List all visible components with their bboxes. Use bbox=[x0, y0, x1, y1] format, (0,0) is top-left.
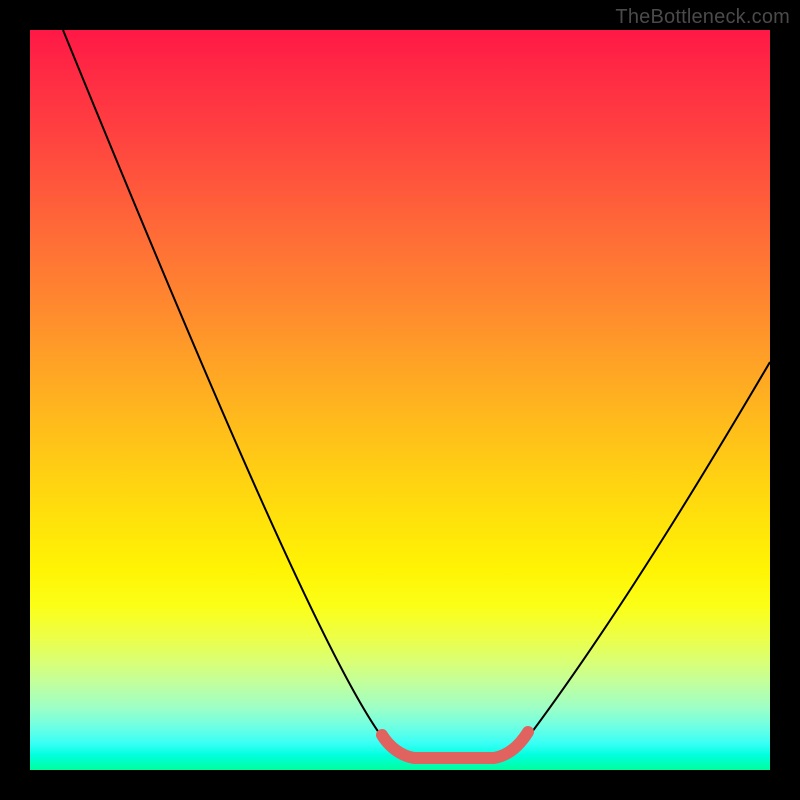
plot-area bbox=[30, 30, 770, 770]
chart-svg bbox=[30, 30, 770, 770]
black-curve bbox=[63, 30, 770, 756]
chart-stage: TheBottleneck.com bbox=[0, 0, 800, 800]
watermark-text: TheBottleneck.com bbox=[615, 6, 790, 29]
red-marker-strip bbox=[382, 732, 528, 758]
